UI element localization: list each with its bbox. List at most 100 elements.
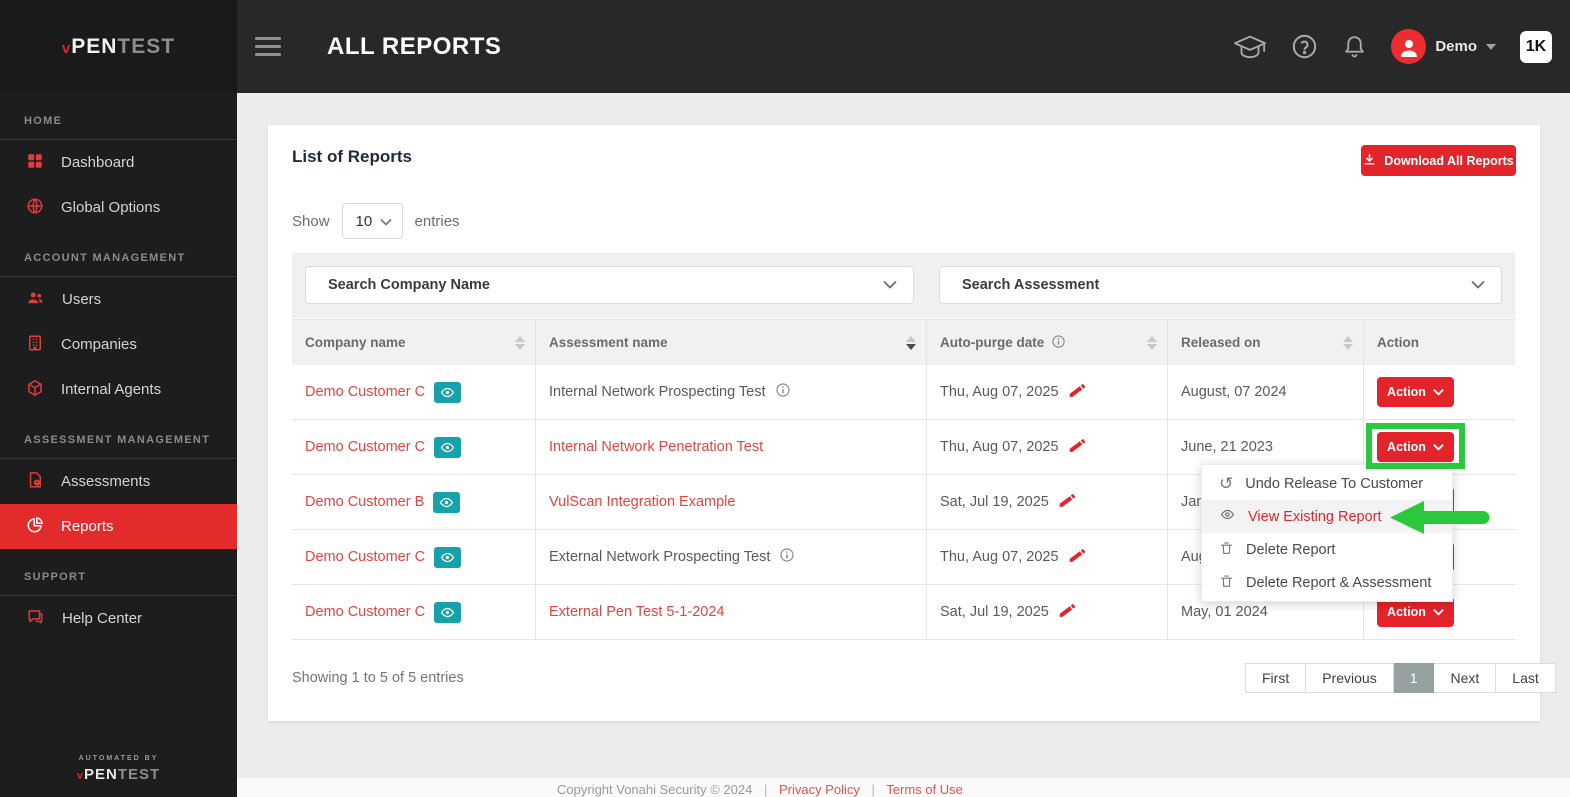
- column-header-released-on[interactable]: Released on: [1168, 320, 1364, 365]
- pagination: First Previous 1 Next Last: [1245, 663, 1556, 693]
- corner-badge[interactable]: 1K: [1520, 30, 1552, 63]
- sort-icon: [1343, 335, 1353, 350]
- edit-pencil-icon[interactable]: [1068, 381, 1087, 404]
- menu-item-undo-release[interactable]: ↺ Undo Release To Customer: [1202, 467, 1452, 500]
- users-icon: [26, 289, 45, 311]
- pagination-next[interactable]: Next: [1434, 663, 1497, 693]
- sidebar-item-label: Help Center: [62, 610, 143, 627]
- eye-icon: [1219, 507, 1236, 526]
- sidebar-item-label: Assessments: [61, 473, 151, 490]
- pagination-last[interactable]: Last: [1496, 663, 1556, 693]
- top-bar-actions: Demo 1K: [1233, 29, 1570, 64]
- sidebar-item-companies[interactable]: Companies: [0, 322, 237, 367]
- sidebar-item-internal-agents[interactable]: Internal Agents: [0, 367, 237, 412]
- menu-item-delete-report-and-assessment[interactable]: Delete Report & Assessment: [1202, 566, 1452, 599]
- entries-summary: Showing 1 to 5 of 5 entries: [292, 670, 464, 686]
- company-link[interactable]: Demo Customer B: [305, 494, 424, 510]
- assessment-link[interactable]: VulScan Integration Example: [549, 494, 735, 510]
- sort-icon-desc: [906, 335, 916, 350]
- column-header-assessment-name[interactable]: Assessment name: [536, 320, 927, 365]
- sidebar-item-label: Global Options: [61, 199, 161, 216]
- help-icon[interactable]: [1291, 33, 1318, 60]
- user-menu[interactable]: Demo: [1391, 29, 1496, 64]
- auto-purge-date: Thu, Aug 07, 2025: [940, 439, 1059, 455]
- assessment-link[interactable]: Internal Network Penetration Test: [549, 439, 763, 455]
- released-on: August, 07 2024: [1181, 384, 1287, 400]
- column-header-company-name[interactable]: Company name: [292, 320, 536, 365]
- pagination-first[interactable]: First: [1245, 663, 1307, 693]
- building-icon: [26, 334, 44, 356]
- cube-icon: [26, 379, 44, 401]
- show-label: Show: [292, 212, 330, 230]
- brand-logo[interactable]: vPENTEST: [0, 0, 237, 93]
- sidebar-item-help-center[interactable]: Help Center: [0, 596, 237, 641]
- eye-badge-icon[interactable]: [434, 436, 462, 458]
- dashboard-icon: [26, 152, 44, 174]
- sidebar-item-users[interactable]: Users: [0, 277, 237, 322]
- info-icon: [779, 547, 795, 567]
- info-icon: [775, 382, 791, 402]
- download-all-reports-button[interactable]: Download All Reports: [1361, 145, 1516, 176]
- entries-label: entries: [414, 212, 460, 230]
- edit-pencil-icon[interactable]: [1068, 436, 1087, 459]
- sort-icon: [515, 335, 525, 350]
- action-button[interactable]: Action: [1377, 377, 1454, 407]
- menu-item-view-existing-report[interactable]: View Existing Report: [1202, 500, 1452, 533]
- company-link[interactable]: Demo Customer C: [305, 384, 425, 400]
- chevron-down-icon: [1471, 277, 1485, 293]
- released-on: June, 21 2023: [1181, 439, 1273, 455]
- edit-pencil-icon[interactable]: [1058, 491, 1077, 514]
- assessment-name: Internal Network Prospecting Test: [549, 384, 766, 400]
- page-size-select[interactable]: 10: [341, 203, 403, 239]
- undo-icon: ↺: [1219, 474, 1234, 493]
- edit-pencil-icon[interactable]: [1058, 601, 1077, 624]
- company-link[interactable]: Demo Customer C: [305, 549, 425, 565]
- avatar: [1391, 29, 1427, 64]
- auto-purge-date: Sat, Jul 19, 2025: [940, 494, 1049, 510]
- sidebar-item-label: Companies: [61, 336, 137, 353]
- sidebar-item-dashboard[interactable]: Dashboard: [0, 140, 237, 185]
- pagination-page-1[interactable]: 1: [1393, 663, 1435, 693]
- company-link[interactable]: Demo Customer C: [305, 439, 425, 455]
- hamburger-menu-icon[interactable]: [255, 32, 281, 61]
- globe-icon: [26, 197, 44, 219]
- sidebar-item-assessments[interactable]: Assessments: [0, 459, 237, 504]
- info-icon: [1051, 334, 1066, 352]
- action-button-highlighted[interactable]: Action: [1377, 432, 1454, 462]
- sidebar-item-label: Internal Agents: [61, 381, 162, 398]
- eye-badge-icon[interactable]: [433, 491, 461, 513]
- menu-item-delete-report[interactable]: Delete Report: [1202, 533, 1452, 566]
- footer-text: Copyright Vonahi Security © 2024 | Priva…: [557, 782, 963, 797]
- chevron-down-icon: [1486, 43, 1496, 50]
- terms-of-use-link[interactable]: Terms of Use: [886, 782, 963, 797]
- pie-chart-icon: [26, 516, 44, 538]
- auto-purge-date: Thu, Aug 07, 2025: [940, 384, 1059, 400]
- eye-badge-icon[interactable]: [434, 601, 462, 623]
- copyright-text: Copyright Vonahi Security © 2024: [557, 782, 753, 797]
- sort-icon: [1147, 335, 1157, 350]
- eye-badge-icon[interactable]: [434, 381, 462, 403]
- action-dropdown-menu: ↺ Undo Release To Customer View Existing…: [1201, 464, 1453, 602]
- notifications-bell-icon[interactable]: [1342, 33, 1367, 60]
- assessment-link[interactable]: External Pen Test 5-1-2024: [549, 604, 724, 620]
- sidebar-item-reports[interactable]: Reports: [0, 504, 237, 549]
- pagination-previous[interactable]: Previous: [1306, 663, 1394, 693]
- table-header: Company name Assessment name Auto-purge …: [292, 319, 1515, 365]
- user-name: Demo: [1435, 38, 1477, 55]
- edit-pencil-icon[interactable]: [1068, 546, 1087, 569]
- company-link[interactable]: Demo Customer C: [305, 604, 425, 620]
- sidebar-item-global-options[interactable]: Global Options: [0, 185, 237, 230]
- chevron-down-icon: [883, 277, 897, 293]
- chevron-down-icon: [379, 213, 392, 230]
- search-company-select[interactable]: Search Company Name: [305, 266, 914, 304]
- column-header-auto-purge-date[interactable]: Auto-purge date: [927, 320, 1168, 365]
- sidebar: vPENTEST HOME Dashboard Global Options A…: [0, 0, 237, 797]
- sidebar-footer-brand: AUTOMATED BY vPENTEST: [0, 755, 237, 783]
- graduation-cap-icon[interactable]: [1233, 33, 1267, 61]
- eye-badge-icon[interactable]: [434, 546, 462, 568]
- privacy-policy-link[interactable]: Privacy Policy: [779, 782, 860, 797]
- search-assessment-select[interactable]: Search Assessment: [939, 266, 1502, 304]
- assessment-name: External Network Prospecting Test: [549, 549, 771, 565]
- assessment-file-icon: [26, 471, 44, 493]
- search-filters: Search Company Name Search Assessment: [292, 253, 1515, 318]
